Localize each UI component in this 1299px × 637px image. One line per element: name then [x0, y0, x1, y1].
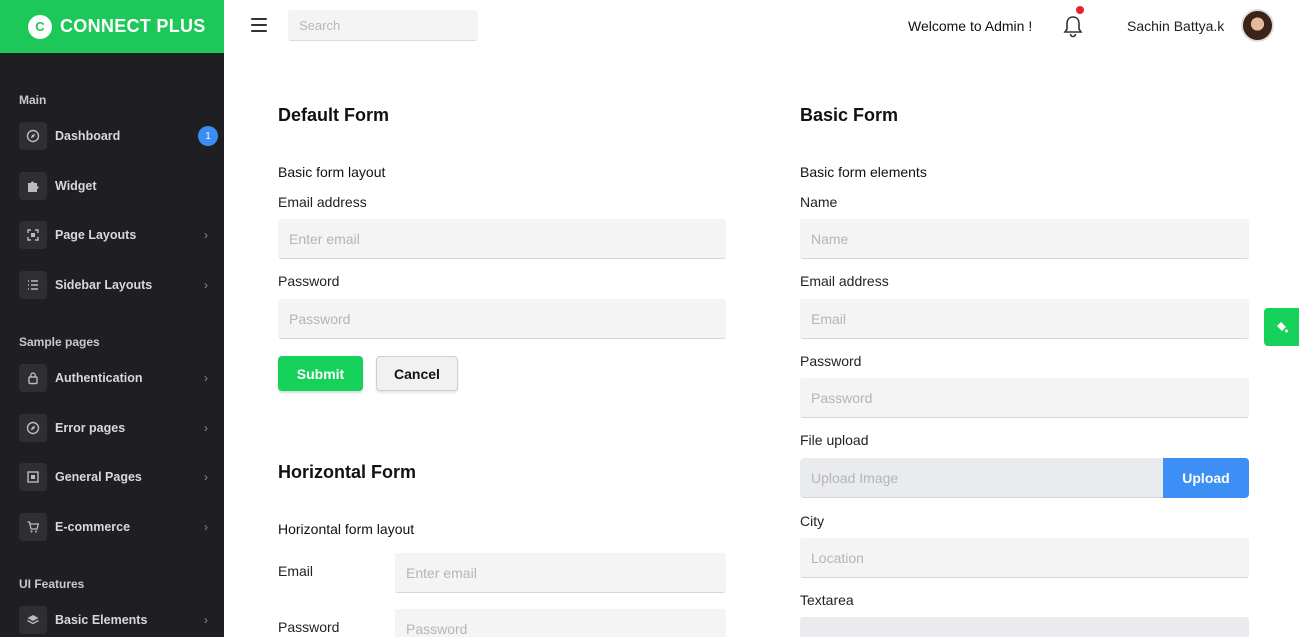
sidebar-item-label: Sidebar Layouts — [55, 278, 153, 292]
horizontal-password-field[interactable] — [395, 609, 726, 637]
sidebar-item-label: Dashboard — [55, 129, 121, 143]
chevron-right-icon: › — [204, 470, 208, 484]
chevron-right-icon: › — [204, 278, 208, 292]
sidebar-section-main: Main — [19, 93, 47, 107]
main-content: Default Form Basic form layout Email add… — [224, 53, 1299, 637]
menu-toggle-icon[interactable] — [251, 18, 267, 32]
sidebar-item-widget[interactable]: Widget — [19, 171, 214, 201]
grid-icon — [19, 463, 47, 491]
upload-button[interactable]: Upload — [1163, 458, 1249, 498]
email-label: Email address — [278, 194, 367, 210]
notification-badge: 1 — [198, 126, 218, 146]
brand[interactable]: C CONNECT PLUS — [0, 0, 224, 53]
email-field[interactable] — [278, 219, 726, 259]
puzzle-icon — [19, 172, 47, 200]
textarea-label: Textarea — [800, 592, 854, 608]
basic-password-field[interactable] — [800, 378, 1249, 418]
city-field[interactable] — [800, 538, 1249, 578]
brand-logo-icon: C — [28, 14, 52, 39]
sidebar-item-label: Page Layouts — [55, 228, 137, 242]
textarea-field[interactable] — [800, 617, 1249, 637]
submit-button[interactable]: Submit — [278, 356, 363, 391]
horizontal-email-label: Email — [278, 563, 314, 579]
notification-dot — [1076, 6, 1084, 14]
default-form-title: Default Form — [278, 105, 390, 125]
sidebar: C CONNECT PLUS Main Dashboard 1 Widget P… — [0, 0, 224, 637]
password-label: Password — [278, 273, 340, 289]
chevron-right-icon: › — [204, 613, 208, 627]
brand-name: CONNECT PLUS — [60, 16, 206, 36]
compass-icon — [19, 414, 47, 442]
sidebar-item-general-pages[interactable]: General Pages › — [19, 462, 214, 492]
sidebar-item-authentication[interactable]: Authentication › — [19, 363, 214, 393]
password-field[interactable] — [278, 299, 726, 339]
welcome-text: Welcome to Admin ! — [908, 18, 1033, 34]
sidebar-item-label: E-commerce — [55, 520, 131, 534]
sidebar-item-dashboard[interactable]: Dashboard 1 — [19, 121, 218, 151]
bell-icon[interactable] — [1062, 14, 1084, 38]
file-upload-label: File upload — [800, 432, 869, 448]
cart-icon — [19, 513, 47, 541]
list-icon — [19, 271, 47, 299]
cancel-button[interactable]: Cancel — [376, 356, 458, 391]
sidebar-item-sidebar-layouts[interactable]: Sidebar Layouts › — [19, 270, 214, 300]
sidebar-item-error-pages[interactable]: Error pages › — [19, 413, 214, 443]
sidebar-item-basic-elements[interactable]: Basic Elements › — [19, 605, 214, 635]
default-form-subtitle: Basic form layout — [278, 164, 386, 180]
sidebar-item-label: Widget — [55, 179, 97, 193]
horizontal-email-field[interactable] — [395, 553, 726, 593]
sidebar-item-label: Authentication — [55, 371, 143, 385]
chevron-right-icon: › — [204, 520, 208, 534]
basic-form-subtitle: Basic form elements — [800, 164, 927, 180]
horizontal-form-title: Horizontal Form — [278, 462, 416, 482]
horizontal-form-subtitle: Horizontal form layout — [278, 521, 415, 537]
city-label: City — [800, 513, 825, 529]
name-label: Name — [800, 194, 838, 210]
sidebar-section-ui-features: UI Features — [19, 577, 85, 591]
user-name[interactable]: Sachin Battya.k — [1127, 18, 1224, 34]
layers-icon — [19, 606, 47, 634]
top-header: Welcome to Admin ! Sachin Battya.k — [224, 0, 1299, 53]
basic-email-label: Email address — [800, 273, 889, 289]
basic-email-field[interactable] — [800, 299, 1249, 339]
basic-password-label: Password — [800, 353, 862, 369]
paint-bucket-icon — [1276, 322, 1288, 333]
chevron-right-icon: › — [204, 421, 208, 435]
lock-icon — [19, 364, 47, 392]
sidebar-section-sample-pages: Sample pages — [19, 335, 100, 349]
chevron-right-icon: › — [204, 371, 208, 385]
sidebar-item-label: Error pages — [55, 421, 126, 435]
theme-settings-button[interactable] — [1264, 308, 1299, 346]
chevron-right-icon: › — [204, 228, 208, 242]
sidebar-item-label: General Pages — [55, 470, 142, 484]
sidebar-item-page-layouts[interactable]: Page Layouts › — [19, 220, 214, 250]
name-field[interactable] — [800, 219, 1249, 259]
search-input[interactable] — [288, 10, 478, 41]
sidebar-item-label: Basic Elements — [55, 613, 148, 627]
basic-form-title: Basic Form — [800, 105, 899, 125]
file-upload-field[interactable] — [800, 458, 1164, 498]
expand-icon — [19, 221, 47, 249]
avatar[interactable] — [1241, 9, 1274, 42]
sidebar-item-e-commerce[interactable]: E-commerce › — [19, 512, 214, 542]
compass-icon — [19, 122, 47, 150]
horizontal-password-label: Password — [278, 619, 340, 635]
